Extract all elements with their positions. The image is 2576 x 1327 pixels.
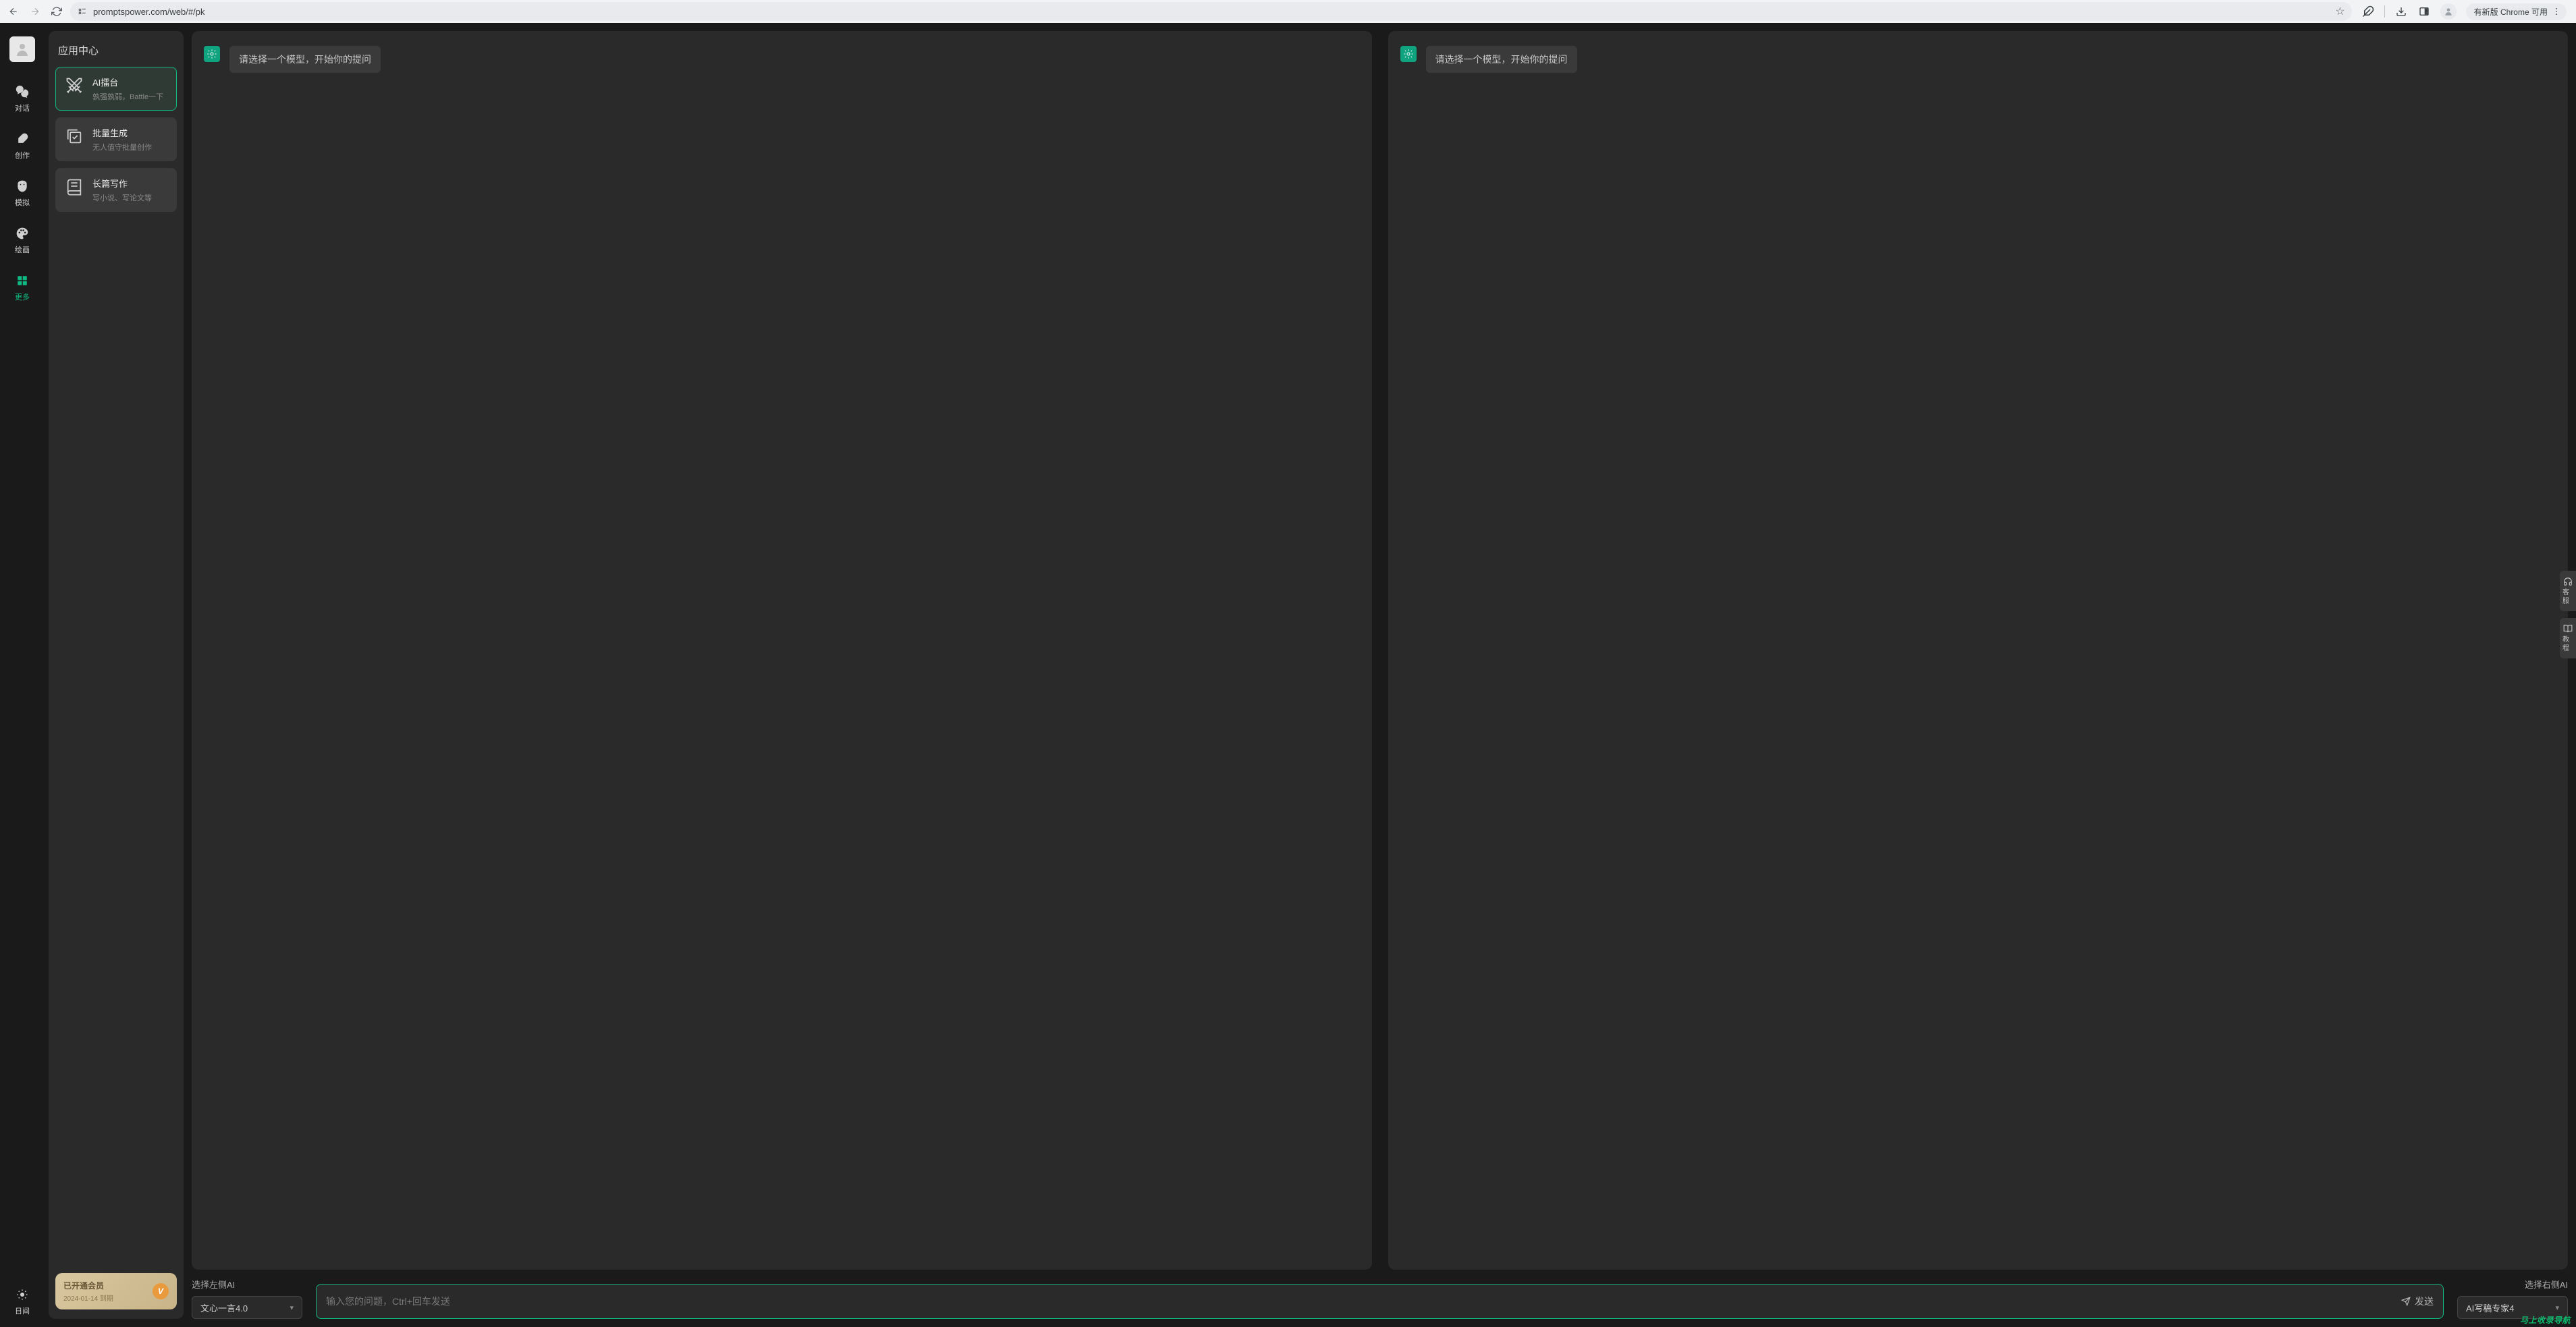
user-avatar[interactable] xyxy=(9,36,35,62)
app-card-batch[interactable]: 批量生成 无人值守批量创作 xyxy=(55,117,177,161)
app-card-subtitle: 无人值守批量创作 xyxy=(92,142,152,152)
rail-item-paint[interactable]: 绘画 xyxy=(0,223,45,258)
float-label: 教程 xyxy=(2563,636,2573,653)
float-buttons: 客服 教程 xyxy=(2560,571,2576,658)
nav-rail: 对话 创作 模拟 绘画 更多 xyxy=(0,23,45,1327)
downloads-icon[interactable] xyxy=(2394,5,2408,18)
right-model-value: AI写稿专家4 xyxy=(2466,1301,2515,1314)
chat-input[interactable] xyxy=(326,1296,2401,1307)
message-row: 请选择一个模型，开始你的提问 xyxy=(1400,46,2556,73)
chrome-update-button[interactable]: 有新版 Chrome 可用 xyxy=(2466,3,2567,20)
headset-icon xyxy=(2563,576,2573,587)
app-card-subtitle: 孰强孰弱，Battle一下 xyxy=(92,91,163,102)
swords-icon xyxy=(64,76,84,96)
theme-label: 日间 xyxy=(15,1305,30,1316)
right-model-select-group: 选择右侧AI AI写稿专家4 ▾ xyxy=(2457,1278,2568,1319)
right-chat-panel: 请选择一个模型，开始你的提问 xyxy=(1388,31,2569,1270)
mask-icon xyxy=(14,178,30,194)
browser-toolbar: promptspower.com/web/#/pk ☆ 有新版 Chrome 可… xyxy=(0,0,2576,23)
vip-date: 2024-01-14 到期 xyxy=(63,1293,113,1303)
chat-input-container: 发送 xyxy=(316,1284,2444,1319)
app-card-title: 长篇写作 xyxy=(92,177,152,190)
chat-icon xyxy=(14,84,30,100)
watermark: 马上收录导航 xyxy=(2520,1314,2571,1326)
left-select-label: 选择左侧AI xyxy=(192,1278,302,1291)
bookmark-icon[interactable]: ☆ xyxy=(2335,5,2345,18)
book-icon xyxy=(64,177,84,197)
side-panel-icon[interactable] xyxy=(2417,5,2431,18)
message-bubble: 请选择一个模型，开始你的提问 xyxy=(1426,46,1577,73)
main-content: 请选择一个模型，开始你的提问 请选择一个模型，开始你的提问 选择左侧AI 文心一… xyxy=(184,23,2576,1327)
vip-title: 已开通会员 xyxy=(63,1280,113,1291)
left-model-select[interactable]: 文心一言4.0 ▾ xyxy=(192,1296,302,1319)
reload-button[interactable] xyxy=(49,3,65,20)
app-card-subtitle: 写小说、写论文等 xyxy=(92,192,152,203)
back-button[interactable] xyxy=(5,3,22,20)
right-select-label: 选择右侧AI xyxy=(2525,1278,2568,1291)
send-icon xyxy=(2401,1297,2411,1306)
site-settings-icon[interactable] xyxy=(77,6,88,17)
vip-badge-icon: V xyxy=(153,1283,169,1299)
rail-label: 绘画 xyxy=(15,244,30,255)
address-bar[interactable]: promptspower.com/web/#/pk ☆ xyxy=(70,2,2352,21)
rail-label: 更多 xyxy=(15,291,30,302)
toolbar-right: 有新版 Chrome 可用 xyxy=(2357,3,2571,20)
feather-icon xyxy=(14,131,30,147)
bot-avatar-icon xyxy=(1400,46,1417,62)
batch-icon xyxy=(64,126,84,146)
toolbar-divider xyxy=(2384,5,2385,18)
forward-button[interactable] xyxy=(27,3,43,20)
url-text: promptspower.com/web/#/pk xyxy=(93,7,2330,17)
sun-icon xyxy=(14,1287,30,1303)
palette-icon xyxy=(14,225,30,242)
app-root: 对话 创作 模拟 绘画 更多 xyxy=(0,23,2576,1327)
rail-item-create[interactable]: 创作 xyxy=(0,128,45,163)
chevron-down-icon: ▾ xyxy=(2555,1303,2559,1312)
app-card-title: 批量生成 xyxy=(92,126,152,139)
left-model-select-group: 选择左侧AI 文心一言4.0 ▾ xyxy=(192,1278,302,1319)
chat-panels: 请选择一个模型，开始你的提问 请选择一个模型，开始你的提问 xyxy=(192,31,2568,1270)
theme-toggle[interactable]: 日间 xyxy=(14,1287,30,1316)
vip-card[interactable]: 已开通会员 2024-01-14 到期 V xyxy=(55,1273,177,1309)
tutorial-button[interactable]: 教程 xyxy=(2560,618,2576,658)
app-card-longform[interactable]: 长篇写作 写小说、写论文等 xyxy=(55,168,177,212)
send-label: 发送 xyxy=(2415,1295,2434,1308)
float-label: 客服 xyxy=(2563,588,2573,606)
sidebar-title: 应用中心 xyxy=(58,43,174,57)
menu-dots-icon xyxy=(2552,7,2561,16)
bot-avatar-icon xyxy=(204,46,220,62)
message-bubble: 请选择一个模型，开始你的提问 xyxy=(229,46,381,73)
profile-button[interactable] xyxy=(2440,3,2457,20)
app-card-pk[interactable]: AI擂台 孰强孰弱，Battle一下 xyxy=(55,67,177,111)
message-row: 请选择一个模型，开始你的提问 xyxy=(204,46,1360,73)
rail-label: 创作 xyxy=(15,150,30,161)
grid-icon xyxy=(14,273,30,289)
extensions-icon[interactable] xyxy=(2361,5,2375,18)
rail-label: 模拟 xyxy=(15,197,30,208)
rail-item-more[interactable]: 更多 xyxy=(0,270,45,305)
chevron-down-icon: ▾ xyxy=(290,1303,294,1312)
left-chat-panel: 请选择一个模型，开始你的提问 xyxy=(192,31,1372,1270)
bottom-controls: 选择左侧AI 文心一言4.0 ▾ 发送 选择右侧AI AI写稿专家4 xyxy=(192,1278,2568,1319)
customer-service-button[interactable]: 客服 xyxy=(2560,571,2576,611)
app-card-title: AI擂台 xyxy=(92,76,163,88)
rail-label: 对话 xyxy=(15,103,30,113)
rail-item-simulate[interactable]: 模拟 xyxy=(0,175,45,210)
rail-item-chat[interactable]: 对话 xyxy=(0,81,45,116)
book-open-icon xyxy=(2563,623,2573,634)
send-button[interactable]: 发送 xyxy=(2401,1295,2434,1308)
sidebar-panel: 应用中心 AI擂台 孰强孰弱，Battle一下 批量生成 无人值守批量创作 xyxy=(49,31,184,1319)
left-model-value: 文心一言4.0 xyxy=(200,1301,248,1314)
chrome-update-label: 有新版 Chrome 可用 xyxy=(2474,6,2548,18)
